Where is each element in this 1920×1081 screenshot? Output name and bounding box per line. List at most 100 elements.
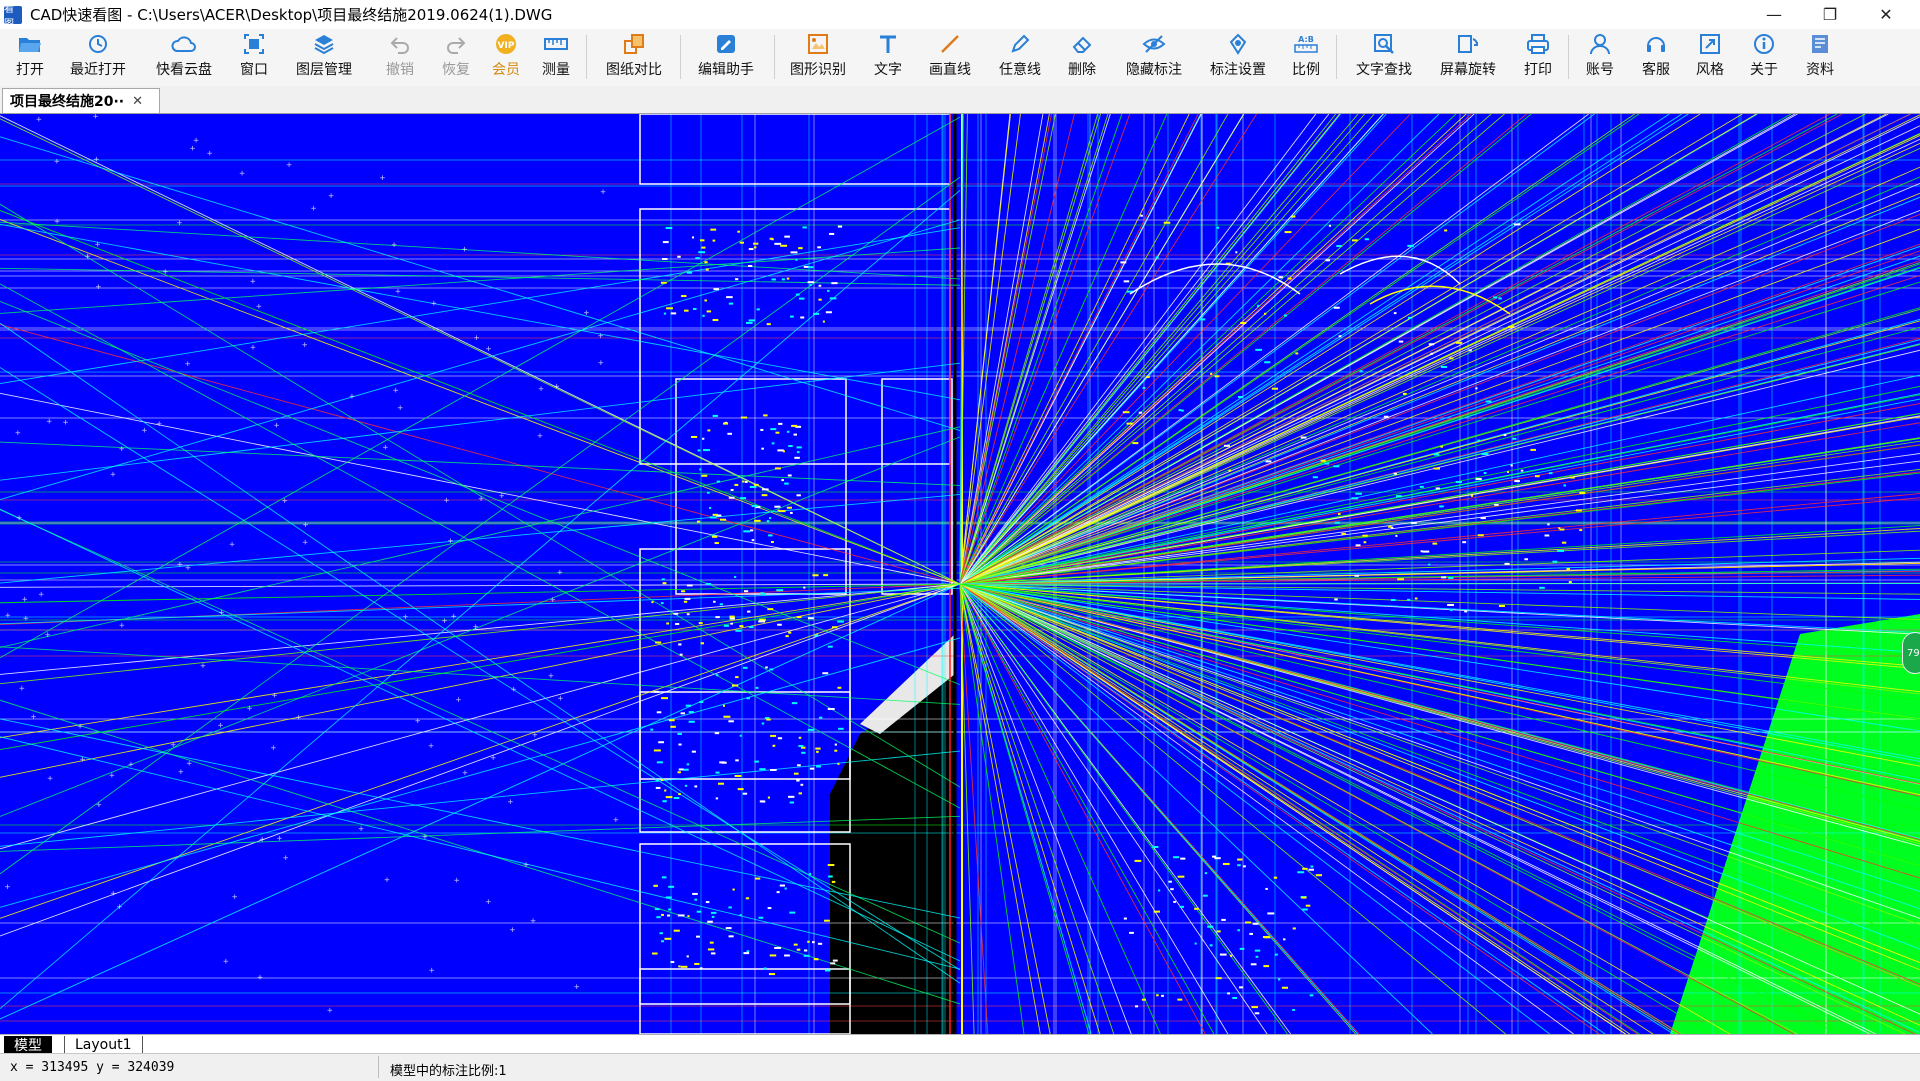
- cad-detail-mark: [674, 930, 680, 932]
- vip-button[interactable]: VIP 会员: [490, 32, 522, 82]
- cad-detail-mark: [702, 438, 704, 440]
- cad-detail-mark: [1173, 856, 1179, 858]
- cad-detail-mark: [1173, 901, 1176, 903]
- cad-detail-mark: [693, 308, 696, 310]
- cad-detail-mark: [704, 299, 707, 301]
- side-panel-handle[interactable]: 79: [1902, 632, 1920, 674]
- cad-detail-mark: [1178, 876, 1185, 878]
- document-tab[interactable]: 项目最终结施20·· ✕: [2, 88, 160, 113]
- minimize-button[interactable]: —: [1746, 0, 1802, 29]
- text-button[interactable]: 文字: [872, 32, 904, 82]
- cad-detail-mark: [687, 584, 693, 586]
- cad-hatch-mark: +: [491, 754, 497, 764]
- line-button[interactable]: 画直线: [926, 32, 974, 82]
- cad-detail-mark: [828, 876, 833, 878]
- cad-line: [960, 584, 1797, 1034]
- freehand-button[interactable]: 任意线: [996, 32, 1044, 82]
- cad-detail-mark: [1215, 375, 1220, 377]
- cad-detail-mark: [661, 697, 668, 699]
- cad-hatch-mark: +: [557, 568, 563, 578]
- delete-button[interactable]: 删除: [1066, 32, 1098, 82]
- resources-button[interactable]: 资料: [1804, 32, 1836, 82]
- cad-detail-mark: [1297, 871, 1304, 873]
- style-button[interactable]: 风格: [1694, 32, 1726, 82]
- cad-detail-mark: [1334, 307, 1340, 309]
- cad-hatch-mark: +: [171, 741, 177, 751]
- cad-detail-mark: [1504, 563, 1509, 565]
- cad-hatch-mark: +: [95, 240, 101, 250]
- about-button[interactable]: 关于: [1748, 32, 1780, 82]
- scale-button[interactable]: A:B 比例: [1290, 32, 1322, 82]
- hide-annotation-button[interactable]: 隐藏标注: [1122, 32, 1186, 82]
- cad-hatch-mark: +: [54, 217, 60, 227]
- model-tab[interactable]: 模型: [4, 1036, 52, 1053]
- open-button[interactable]: 打开: [10, 32, 50, 82]
- cad-hatch-mark: +: [247, 704, 253, 714]
- cad-hatch-mark: +: [384, 875, 390, 885]
- cad-detail-mark: [740, 497, 746, 499]
- cad-drawing[interactable]: ++++++++++++++++++++++++++++++++++++++++…: [0, 114, 1920, 1034]
- restore-button[interactable]: ❐: [1802, 0, 1858, 29]
- search-text-icon: [1371, 32, 1397, 56]
- cad-detail-mark: [728, 720, 733, 722]
- annotation-settings-button[interactable]: 标注设置: [1206, 32, 1270, 82]
- cad-detail-mark: [1484, 472, 1487, 474]
- cad-hatch-mark: +: [499, 491, 505, 501]
- rotate-screen-button[interactable]: 屏幕旋转: [1436, 32, 1500, 82]
- cad-detail-mark: [681, 590, 685, 592]
- cad-detail-mark: [1316, 874, 1322, 876]
- cad-detail-mark: [768, 534, 772, 536]
- cad-detail-mark: [1123, 411, 1130, 413]
- close-tab-icon[interactable]: ✕: [132, 94, 143, 109]
- cloud-button[interactable]: 快看云盘: [152, 32, 216, 82]
- recent-button[interactable]: 最近打开: [66, 32, 130, 82]
- edit-helper-button[interactable]: 编辑助手: [694, 32, 758, 82]
- cad-detail-mark: [706, 583, 711, 585]
- cad-hatch-mark: +: [119, 621, 125, 631]
- layout1-tab[interactable]: Layout1: [64, 1036, 143, 1053]
- cad-hatch-mark: +: [190, 144, 196, 154]
- cad-detail-mark: [796, 780, 799, 782]
- cad-detail-mark: [1354, 575, 1359, 577]
- redo-button[interactable]: 恢复: [440, 32, 472, 82]
- cad-detail-mark: [687, 763, 689, 765]
- cad-detail-mark: [1237, 864, 1240, 866]
- layers-button[interactable]: 图层管理: [292, 32, 356, 82]
- cad-detail-mark: [760, 800, 765, 802]
- cad-detail-mark: [726, 296, 733, 298]
- cad-detail-mark: [684, 598, 690, 600]
- cad-hatch-mark: +: [548, 671, 554, 681]
- cad-detail-mark: [724, 625, 729, 627]
- cad-detail-mark: [678, 793, 681, 795]
- window-button[interactable]: 窗口: [238, 32, 270, 82]
- find-text-button[interactable]: 文字查找: [1352, 32, 1416, 82]
- measure-label: 测量: [542, 59, 570, 79]
- cad-detail-mark: [768, 797, 770, 799]
- cad-detail-mark: [787, 278, 789, 280]
- cad-detail-mark: [716, 797, 718, 799]
- cad-detail-mark: [774, 506, 780, 508]
- cad-line: [0, 647, 960, 705]
- account-button[interactable]: 账号: [1584, 32, 1616, 82]
- cad-detail-mark: [735, 278, 738, 280]
- cad-detail-mark: [1274, 877, 1277, 879]
- cad-detail-mark: [1142, 999, 1146, 1001]
- print-button[interactable]: 打印: [1522, 32, 1554, 82]
- measure-button[interactable]: 测量: [540, 32, 572, 82]
- cad-detail-mark: [1579, 492, 1585, 494]
- cad-hatch-mark: +: [383, 443, 389, 453]
- cad-line: [0, 584, 960, 849]
- support-button[interactable]: 客服: [1640, 32, 1672, 82]
- compare-button[interactable]: 图纸对比: [602, 32, 666, 82]
- cad-detail-mark: [734, 576, 736, 578]
- cad-detail-mark: [746, 697, 750, 699]
- cad-detail-mark: [772, 442, 775, 444]
- cad-detail-mark: [713, 240, 716, 242]
- drawing-canvas[interactable]: ++++++++++++++++++++++++++++++++++++++++…: [0, 114, 1920, 1034]
- cad-detail-mark: [767, 608, 773, 610]
- cad-detail-mark: [729, 616, 734, 618]
- undo-button[interactable]: 撤销: [384, 32, 416, 82]
- recognize-button[interactable]: 图形识别: [786, 32, 850, 82]
- cad-detail-mark: [1493, 296, 1497, 298]
- close-window-button[interactable]: ✕: [1858, 0, 1914, 29]
